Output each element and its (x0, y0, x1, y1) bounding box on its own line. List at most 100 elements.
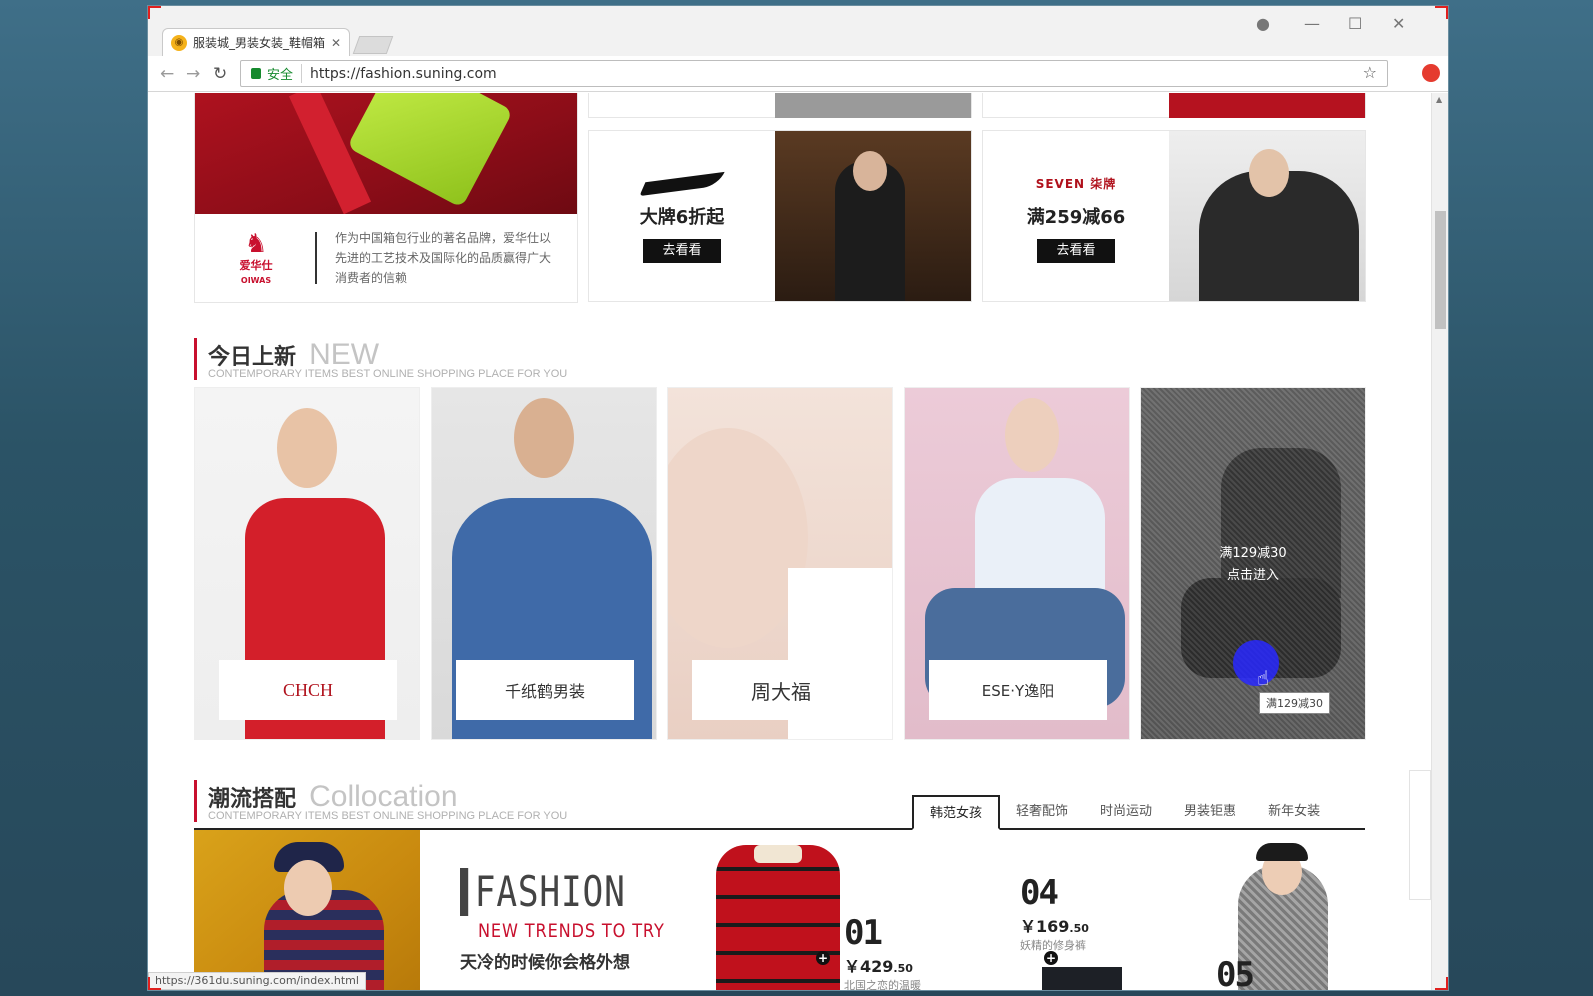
tab-bar: ◉ 服装城_男装女装_鞋帽箱 ✕ ● — ☐ ✕ (148, 6, 1448, 56)
bookmark-star-icon[interactable]: ☆ (1363, 63, 1377, 82)
cursor-highlight (1233, 640, 1279, 686)
promo-card-info: SEVEN 柒牌 满259减66 去看看 (983, 131, 1169, 301)
promo-card-seven[interactable]: SEVEN 柒牌 满259减66 去看看 (982, 130, 1366, 302)
brand-label: 千纸鹤男装 (456, 660, 634, 720)
close-tab-icon[interactable]: ✕ (331, 36, 341, 50)
scrollbar-thumb[interactable] (1435, 211, 1446, 329)
tab-light-luxury[interactable]: 轻奢配饰 (1000, 795, 1084, 830)
product-05[interactable]: 05 (1216, 955, 1255, 990)
product-plaid-coat[interactable] (716, 845, 840, 990)
product-price: ￥169.50 (1020, 913, 1089, 937)
maximize-icon[interactable]: ☐ (1348, 14, 1362, 33)
price-dec: .50 (1069, 922, 1089, 935)
extension-icon[interactable] (1422, 64, 1440, 82)
fashion-subtitle: NEW TRENDS TO TRY (478, 920, 665, 942)
brand-label: ESE·Y逸阳 (929, 660, 1107, 720)
product-01[interactable]: 01 ￥429.50 北国之恋的温暖 (844, 913, 921, 990)
add-icon[interactable]: + (816, 951, 830, 965)
model-hat (1256, 843, 1308, 861)
collocation-subtitle: CONTEMPORARY ITEMS BEST ONLINE SHOPPING … (208, 810, 568, 822)
price-int: 169 (1036, 917, 1070, 936)
brand-label: CHCH (219, 660, 397, 720)
fashion-caption: 天冷的时候你会格外想 (460, 953, 630, 973)
hover-enter-link[interactable]: 点击进入 (1141, 564, 1365, 583)
price-int: 429 (860, 957, 894, 976)
tab-mens-deals[interactable]: 男装钜惠 (1168, 795, 1252, 830)
browser-tab[interactable]: ◉ 服装城_男装女装_鞋帽箱 ✕ (162, 28, 350, 56)
model-face (853, 151, 887, 191)
vertical-scrollbar[interactable]: ▲ (1431, 93, 1448, 990)
brand-promo-oiwas[interactable]: ♞ 爱华仕 OIWAS 作为中国箱包行业的著名品牌，爱华仕以先进的工艺技术及国际… (194, 93, 578, 303)
promo-card-top-partial-2[interactable] (982, 93, 1366, 118)
brand-info: ♞ 爱华仕 OIWAS 作为中国箱包行业的著名品牌，爱华仕以先进的工艺技术及国际… (195, 214, 577, 302)
product-pants[interactable] (1042, 967, 1122, 990)
back-icon[interactable]: ← (160, 64, 174, 84)
new-section-title-en: NEW (309, 338, 380, 371)
side-floating-toolbar[interactable] (1409, 770, 1431, 900)
collocation-title: 潮流搭配 (208, 787, 297, 812)
new-item-361[interactable]: 满129减30 点击进入 ☝ 满129减30 (1140, 387, 1366, 740)
price-dec: .50 (893, 962, 913, 975)
go-see-button[interactable]: 去看看 (1037, 239, 1115, 263)
new-tab-button[interactable] (352, 36, 394, 54)
fashion-banner: FASHION NEW TRENDS TO TRY 天冷的时候你会格外想 (460, 868, 698, 973)
nike-swoosh-icon (645, 171, 719, 195)
new-item-chowtaifook[interactable]: 周大福 (667, 387, 893, 740)
add-icon[interactable]: + (1044, 951, 1058, 965)
collocation-section-header: 潮流搭配 Collocation CONTEMPORARY ITEMS BEST… (194, 780, 567, 822)
product-04[interactable]: 04 ￥169.50 妖精的修身裤 (1020, 873, 1089, 953)
hand-cursor-icon: ☝ (1257, 666, 1270, 690)
model-hand (668, 428, 808, 648)
lock-icon (251, 68, 261, 79)
new-section-title: 今日上新 (208, 345, 297, 370)
model-face (1005, 398, 1059, 472)
product-number: 04 (1020, 873, 1059, 913)
reload-icon[interactable]: ↻ (213, 64, 227, 84)
suitcase-photo (195, 93, 577, 214)
promo-card-top-partial[interactable] (588, 93, 972, 118)
tab-korean-girl[interactable]: 韩范女孩 (912, 795, 1001, 830)
tab-new-year-women[interactable]: 新年女装 (1252, 795, 1336, 830)
scroll-up-icon[interactable]: ▲ (1436, 95, 1442, 104)
product-price: ￥429.50 (844, 953, 921, 977)
product-name: 北国之恋的温暖 (844, 979, 921, 990)
seven-logo: SEVEN 柒牌 (1035, 176, 1117, 191)
hover-promo-text: 满129减30 (1219, 546, 1287, 561)
tab-title: 服装城_男装女装_鞋帽箱 (193, 36, 326, 50)
capture-corner-marker (148, 977, 161, 990)
elephant-icon: ♞ (244, 228, 268, 259)
tab-sports[interactable]: 时尚运动 (1084, 795, 1168, 830)
oiwas-logo: ♞ 爱华仕 OIWAS (211, 231, 301, 286)
new-item-chch[interactable]: CHCH (194, 387, 420, 740)
address-bar: ← → ↻ 安全 https://fashion.suning.com ☆ (148, 56, 1448, 92)
divider (315, 232, 317, 284)
collocation-hero-photo[interactable] (194, 830, 420, 990)
profile-icon[interactable]: ● (1256, 14, 1270, 33)
model-face (277, 408, 337, 488)
close-window-icon[interactable]: ✕ (1392, 14, 1405, 33)
model-face (1249, 149, 1289, 197)
promo-card-info: 大牌6折起 去看看 (589, 131, 775, 301)
secure-label: 安全 (267, 64, 303, 83)
capture-corner-marker (1435, 6, 1448, 19)
brand-label: 周大福 (692, 660, 870, 720)
new-section-subtitle: CONTEMPORARY ITEMS BEST ONLINE SHOPPING … (208, 368, 568, 380)
product-number: 05 (1216, 955, 1255, 990)
promo-card-nike[interactable]: 大牌6折起 去看看 (588, 130, 972, 302)
new-item-esey[interactable]: ESE·Y逸阳 (904, 387, 1130, 740)
url-input[interactable]: 安全 https://fashion.suning.com ☆ (240, 60, 1388, 87)
oiwas-logo-cn: 爱华仕 (239, 258, 273, 272)
promo-slogan: 大牌6折起 (639, 207, 725, 228)
promo-photo-model (775, 131, 971, 301)
partial-photo (775, 93, 971, 118)
new-item-qianzhihe[interactable]: 千纸鹤男装 (431, 387, 657, 740)
go-see-button[interactable]: 去看看 (643, 239, 721, 263)
product-number: 01 (844, 913, 883, 953)
minimize-icon[interactable]: — (1304, 14, 1320, 33)
url-text: https://fashion.suning.com (310, 65, 497, 82)
nike-logo (645, 169, 719, 197)
brand-description: 作为中国箱包行业的著名品牌，爱华仕以先进的工艺技术及国际化的品质赢得广大消费者的… (335, 231, 552, 285)
model-face (514, 398, 574, 478)
forward-icon[interactable]: → (186, 64, 200, 84)
suning-favicon-icon: ◉ (171, 34, 187, 51)
